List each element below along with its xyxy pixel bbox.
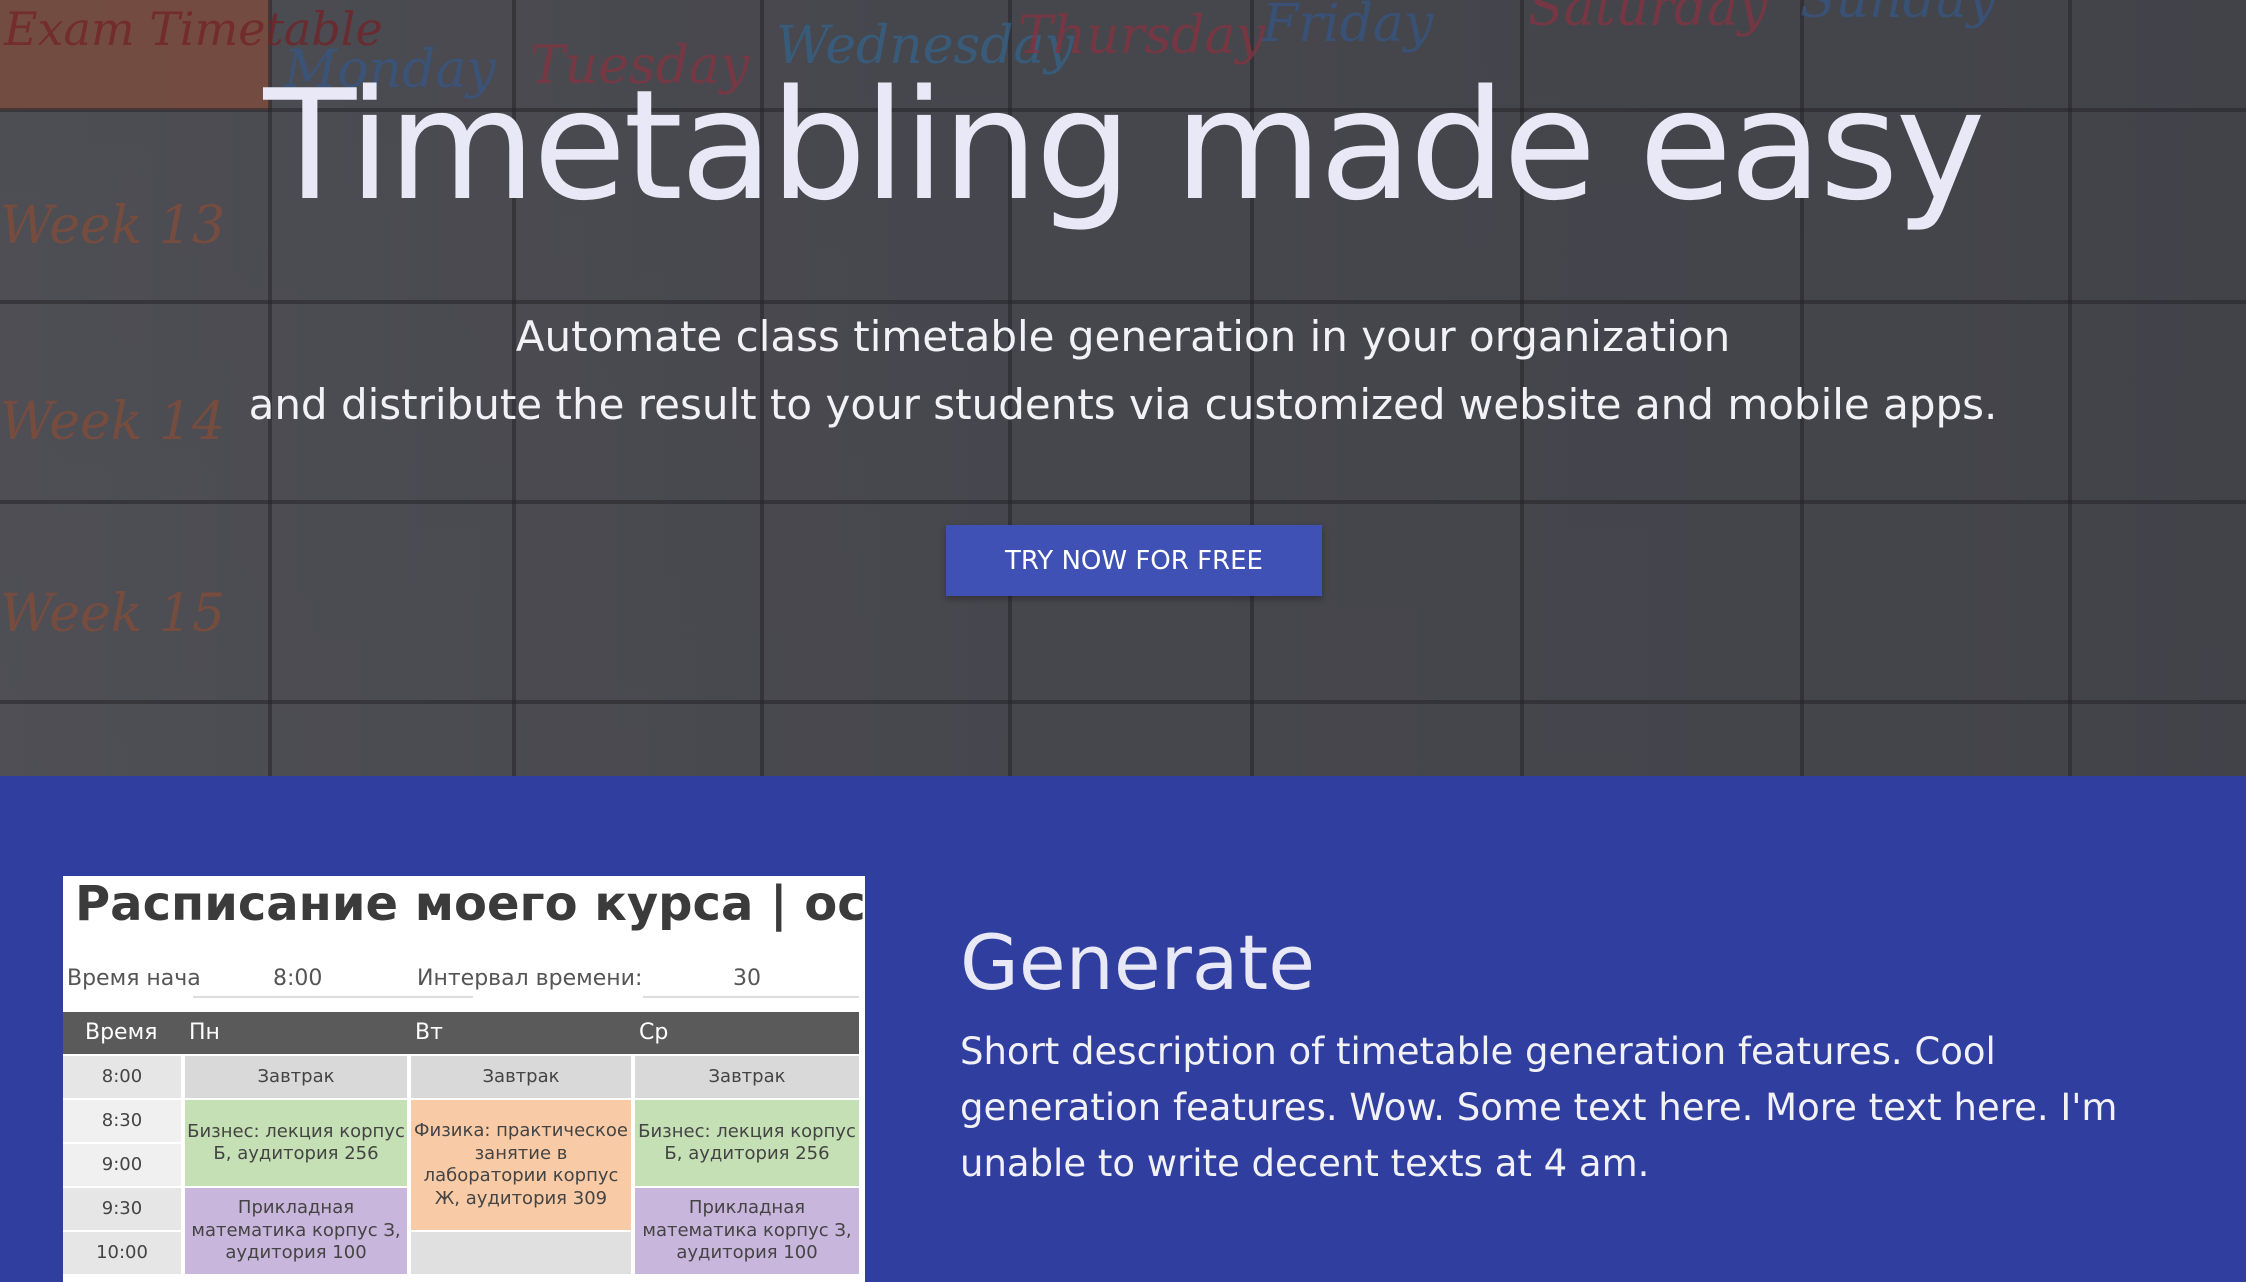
generate-feature-section: Расписание моего курса | ос Время нача 8… bbox=[0, 776, 2246, 1282]
event-breakfast: Завтрак bbox=[635, 1056, 859, 1098]
header-mon: Пн bbox=[189, 1020, 220, 1045]
interval-value: 30 bbox=[733, 966, 761, 991]
time-slot: 9:00 bbox=[63, 1144, 181, 1186]
hero-subtitle-line2: and distribute the result to your studen… bbox=[248, 380, 1998, 429]
feature-description: Short description of timetable generatio… bbox=[960, 1030, 2118, 1185]
timetable-header-row: Время Пн Вт Ср bbox=[63, 1012, 859, 1054]
event-breakfast: Завтрак bbox=[411, 1056, 631, 1098]
interval-label: Интервал времени: bbox=[417, 966, 643, 991]
time-slot: 8:30 bbox=[63, 1100, 181, 1142]
header-tue: Вт bbox=[415, 1020, 443, 1045]
feature-title: Generate bbox=[960, 918, 1315, 1007]
event-applied-math: Прикладная математика корпус З, аудитори… bbox=[635, 1188, 859, 1274]
event-breakfast: Завтрак bbox=[185, 1056, 407, 1098]
event-business-lecture: Бизнес: лекция корпус Б, аудитория 256 bbox=[185, 1100, 407, 1186]
screenshot-title: Расписание моего курса | ос bbox=[75, 876, 865, 932]
start-time-value: 8:00 bbox=[273, 966, 323, 991]
event-applied-math: Прикладная математика корпус З, аудитори… bbox=[185, 1188, 407, 1274]
header-time: Время bbox=[85, 1020, 158, 1045]
time-slot: 8:00 bbox=[63, 1056, 181, 1098]
hero-subtitle-line1: Automate class timetable generation in y… bbox=[515, 312, 1731, 361]
time-slot: 10:00 bbox=[63, 1232, 181, 1274]
empty-slot bbox=[411, 1232, 631, 1274]
try-now-button[interactable]: TRY NOW FOR FREE bbox=[946, 525, 1322, 596]
timetable-screenshot: Расписание моего курса | ос Время нача 8… bbox=[63, 876, 865, 1282]
event-physics-practice: Физика: практическое занятие в лаборатор… bbox=[411, 1100, 631, 1230]
time-slot: 9:30 bbox=[63, 1188, 181, 1230]
event-business-lecture: Бизнес: лекция корпус Б, аудитория 256 bbox=[635, 1100, 859, 1186]
hero-title: Timetabling made easy bbox=[263, 57, 1985, 234]
header-wed: Ср bbox=[639, 1020, 669, 1045]
start-time-label: Время нача bbox=[67, 966, 201, 991]
hero-section: Exam Timetable Monday Tuesday Wednesday … bbox=[0, 0, 2246, 776]
